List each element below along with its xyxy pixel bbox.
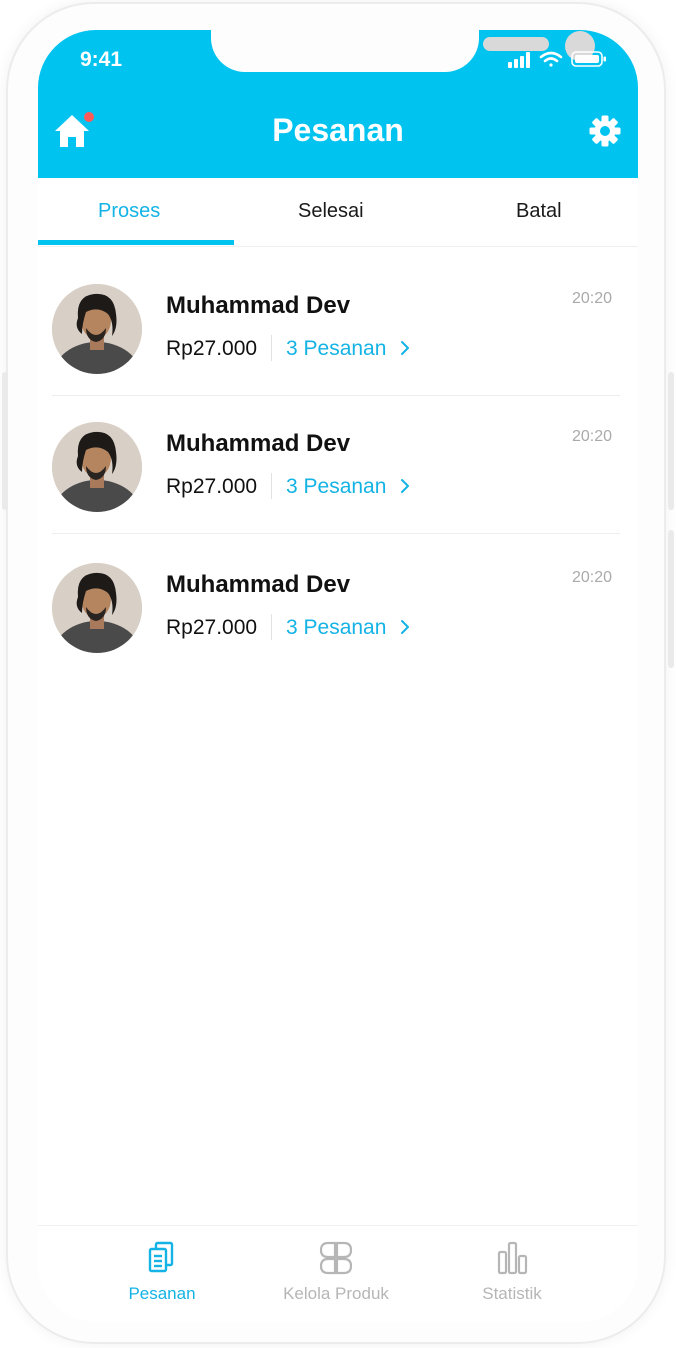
app-screen: 9:41 Pesanan Proses Selesai Batal Muhamm… — [38, 30, 638, 1322]
wifi-icon — [539, 51, 563, 67]
active-tab-indicator — [38, 240, 234, 245]
side-button-left — [2, 372, 8, 510]
order-count-link[interactable]: 3 Pesanan — [286, 475, 386, 499]
tab-proses[interactable]: Proses — [98, 200, 160, 223]
order-item[interactable]: Muhammad Dev Rp27.000 3 Pesanan 20:20 — [52, 537, 620, 674]
order-count-link[interactable]: 3 Pesanan — [286, 616, 386, 640]
orders-icon — [148, 1241, 174, 1273]
order-price: Rp27.000 — [166, 337, 258, 360]
side-button-right-bottom — [668, 530, 674, 668]
cellular-signal-icon — [508, 52, 530, 68]
nav-statistik[interactable]: Statistik — [422, 1226, 602, 1322]
order-price: Rp27.000 — [166, 475, 258, 498]
avatar — [52, 422, 142, 512]
nav-label: Kelola Produk — [283, 1284, 389, 1303]
chevron-right-icon — [401, 620, 409, 634]
customer-name: Muhammad Dev — [166, 430, 351, 457]
statistics-icon — [497, 1241, 528, 1275]
order-price: Rp27.000 — [166, 616, 258, 639]
order-tabs: Proses Selesai Batal — [38, 178, 638, 247]
tab-batal[interactable]: Batal — [516, 200, 562, 223]
nav-label: Statistik — [482, 1284, 542, 1303]
side-button-right-top — [668, 372, 674, 510]
battery-icon — [571, 51, 606, 67]
gear-icon[interactable] — [588, 114, 622, 148]
speaker-grille — [483, 37, 549, 51]
order-count-link[interactable]: 3 Pesanan — [286, 337, 386, 361]
status-time: 9:41 — [80, 48, 123, 71]
order-item[interactable]: Muhammad Dev Rp27.000 3 Pesanan 20:20 — [52, 396, 620, 534]
status-icons — [508, 51, 606, 68]
divider — [271, 473, 272, 499]
chevron-right-icon — [401, 479, 409, 493]
customer-name: Muhammad Dev — [166, 292, 351, 319]
order-item[interactable]: Muhammad Dev Rp27.000 3 Pesanan 20:20 — [52, 258, 620, 396]
nav-kelola-produk[interactable]: Kelola Produk — [246, 1226, 426, 1322]
avatar — [52, 563, 142, 653]
avatar — [52, 284, 142, 374]
order-time: 20:20 — [571, 569, 612, 586]
order-time: 20:20 — [571, 428, 612, 445]
device-notch — [211, 30, 595, 72]
order-time: 20:20 — [571, 290, 612, 307]
chevron-right-icon — [401, 341, 409, 355]
divider — [271, 614, 272, 640]
page-title: Pesanan — [272, 112, 404, 148]
bottom-navigation: Pesanan Kelola Produk Statistik — [38, 1225, 638, 1322]
nav-label: Pesanan — [128, 1284, 196, 1303]
app-header: 9:41 Pesanan — [38, 30, 638, 178]
nav-pesanan[interactable]: Pesanan — [72, 1226, 252, 1322]
products-icon — [319, 1241, 353, 1275]
divider — [271, 335, 272, 361]
customer-name: Muhammad Dev — [166, 571, 351, 598]
tab-selesai[interactable]: Selesai — [298, 200, 364, 223]
